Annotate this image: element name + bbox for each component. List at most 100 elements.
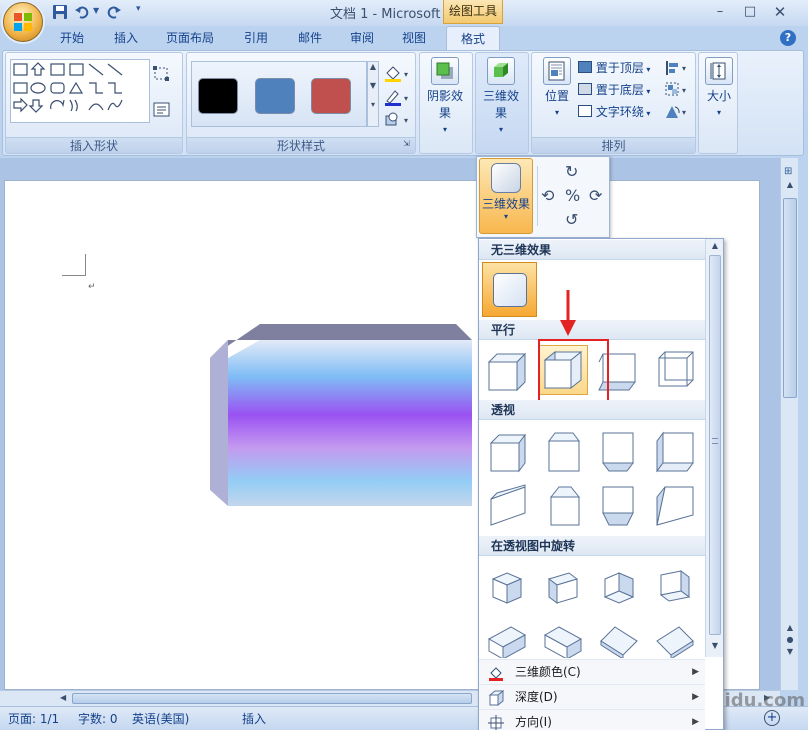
3d-effects-button[interactable]: 三维效果 ▾ xyxy=(479,158,533,234)
vertical-scroll-thumb[interactable] xyxy=(783,198,797,398)
close-button[interactable]: ✕ xyxy=(768,2,792,22)
3d-effects-icon xyxy=(487,57,515,85)
menu-direction[interactable]: 方向(I) ▶ xyxy=(479,709,705,730)
paint-bucket-icon xyxy=(487,664,505,682)
style-swatch-red[interactable] xyxy=(311,78,351,114)
text-wrapping-button[interactable]: 文字环绕 ▾ xyxy=(578,101,660,123)
shapes-gallery[interactable] xyxy=(10,59,150,123)
gallery-item-perspective-6[interactable] xyxy=(538,480,588,530)
change-shape-icon[interactable]: ▾ xyxy=(383,111,411,129)
submenu-arrow-icon: ▶ xyxy=(692,667,699,677)
gallery-item-perspective-4[interactable] xyxy=(650,426,700,476)
gallery-item-rotation-2[interactable] xyxy=(538,562,588,612)
tilt-up-icon[interactable]: ↻ xyxy=(565,162,578,181)
status-page[interactable]: 页面: 1/1 xyxy=(8,710,59,728)
gallery-item-rotation-4[interactable] xyxy=(650,562,700,612)
3d-shape[interactable] xyxy=(208,322,480,508)
size-label: 大小 xyxy=(706,89,731,103)
rotate-icon[interactable]: ▾ xyxy=(664,103,690,121)
align-icon[interactable]: ▾ xyxy=(664,59,690,77)
status-language[interactable]: 英语(美国) xyxy=(132,710,189,728)
gallery-item-perspective-3[interactable] xyxy=(594,426,644,476)
tab-review[interactable]: 审阅 xyxy=(342,26,382,50)
horizontal-scroll-thumb[interactable] xyxy=(72,693,472,704)
text-wrapping-label: 文字环绕 xyxy=(595,105,644,119)
style-swatch-blue[interactable] xyxy=(255,78,295,114)
gallery-item-no-3d[interactable] xyxy=(482,262,537,317)
zoom-in-icon[interactable]: + xyxy=(764,710,780,726)
group-shadow-effects: 阴影效果 ▾ xyxy=(419,52,473,154)
tab-insert[interactable]: 插入 xyxy=(106,26,146,50)
dialog-launcher-icon[interactable]: ⇲ xyxy=(403,139,413,149)
status-insert-mode[interactable]: 插入 xyxy=(242,710,266,728)
gallery-item-rotation-6[interactable] xyxy=(538,616,588,658)
tilt-down-icon[interactable]: ↺ xyxy=(565,210,578,229)
gallery-item-parallel-1[interactable] xyxy=(482,345,532,395)
shape-outline-icon[interactable]: ▾ xyxy=(383,89,411,107)
tab-home[interactable]: 开始 xyxy=(52,26,92,50)
chevron-down-icon: ▾ xyxy=(554,108,559,117)
gallery-scroll-thumb[interactable] xyxy=(709,255,721,635)
office-button[interactable] xyxy=(3,2,43,42)
browse-object-controls[interactable]: ▲ ● ▼ xyxy=(783,622,797,658)
tab-references[interactable]: 引用 xyxy=(236,26,276,50)
chevron-down-icon: ▾ xyxy=(442,125,447,134)
maximize-button[interactable]: □ xyxy=(738,2,762,22)
vertical-scrollbar[interactable]: ⊞ ▲ ▲ ● ▼ xyxy=(780,158,798,690)
rotation-grid xyxy=(480,558,705,658)
edit-shape-icon[interactable] xyxy=(152,65,172,83)
gallery-item-perspective-2[interactable] xyxy=(538,426,588,476)
group-shape-styles-label: 形状样式 xyxy=(187,137,415,153)
office-logo-icon xyxy=(14,13,32,31)
gallery-item-rotation-5[interactable] xyxy=(482,616,532,658)
gallery-scroll-down-icon[interactable]: ▼ xyxy=(708,641,722,650)
tab-mailings[interactable]: 邮件 xyxy=(290,26,330,50)
gallery-item-perspective-5[interactable] xyxy=(482,480,532,530)
3d-effects-ribbon-button[interactable]: 三维效果 ▾ xyxy=(478,53,524,134)
style-swatch-black[interactable] xyxy=(198,78,238,114)
gallery-item-perspective-7[interactable] xyxy=(594,480,644,530)
gallery-item-rotation-1[interactable] xyxy=(482,562,532,612)
svg-text:▾: ▾ xyxy=(404,94,408,103)
gallery-item-rotation-8[interactable] xyxy=(650,616,700,658)
group-objects-icon[interactable]: ▾ xyxy=(664,81,690,99)
tab-format[interactable]: 格式 xyxy=(446,26,500,50)
gallery-scroll-up-icon[interactable]: ▲ xyxy=(708,241,722,250)
size-button[interactable]: 大小 ▾ xyxy=(696,53,742,117)
text-wrapping-icon xyxy=(578,105,592,117)
status-words[interactable]: 字数: 0 xyxy=(78,710,118,728)
bring-to-front-button[interactable]: 置于顶层 ▾ xyxy=(578,57,660,79)
styles-scroll[interactable]: ▲ ▼ ▾ xyxy=(367,61,379,127)
gallery-item-parallel-4[interactable] xyxy=(650,345,700,395)
shape-fill-icon[interactable]: ▾ xyxy=(383,65,411,83)
shadow-effects-button[interactable]: 阴影效果 ▾ xyxy=(422,53,468,134)
menu-depth[interactable]: 深度(D) ▶ xyxy=(479,684,705,709)
position-button[interactable]: 位置 ▾ xyxy=(534,53,580,117)
tilt-right-icon[interactable]: ⟳ xyxy=(589,186,602,205)
gallery-scrollbar[interactable]: ▲ ▼ xyxy=(705,239,723,657)
gallery-item-perspective-1[interactable] xyxy=(482,426,532,476)
perspective-grid xyxy=(480,422,705,534)
send-to-back-icon xyxy=(578,83,592,95)
send-to-back-button[interactable]: 置于底层 ▾ xyxy=(578,79,660,101)
3d-toggle-icon[interactable]: % xyxy=(565,186,580,205)
menu-3d-color[interactable]: 三维颜色(C) ▶ xyxy=(479,659,705,684)
tilt-left-icon[interactable]: ⟲ xyxy=(541,186,554,205)
help-icon[interactable]: ? xyxy=(780,30,796,46)
page-margin-marker xyxy=(62,254,86,276)
text-box-icon[interactable] xyxy=(152,101,172,119)
scroll-left-icon[interactable]: ◀ xyxy=(60,693,72,705)
scroll-up-icon[interactable]: ▲ xyxy=(783,180,797,194)
minimize-button[interactable]: – xyxy=(708,2,732,22)
section-rotation: 在透视图中旋转 xyxy=(479,536,705,556)
tab-page-layout[interactable]: 页面布局 xyxy=(160,26,220,50)
tab-view[interactable]: 视图 xyxy=(394,26,434,50)
position-label: 位置 xyxy=(544,89,569,103)
ruler-toggle-icon[interactable]: ⊞ xyxy=(784,166,796,180)
gallery-item-rotation-3[interactable] xyxy=(594,562,644,612)
chevron-down-icon: ▾ xyxy=(503,212,508,221)
submenu-arrow-icon: ▶ xyxy=(692,717,699,727)
gallery-item-rotation-7[interactable] xyxy=(594,616,644,658)
chevron-down-icon: ▾ xyxy=(716,108,721,117)
gallery-item-perspective-8[interactable] xyxy=(650,480,700,530)
